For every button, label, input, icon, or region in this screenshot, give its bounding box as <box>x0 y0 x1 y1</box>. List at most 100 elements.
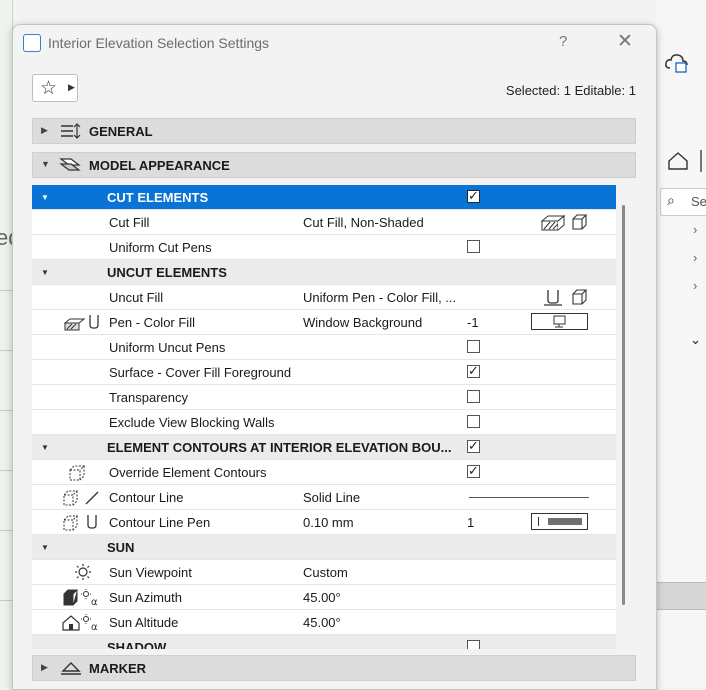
table-scrollbar[interactable] <box>622 205 625 605</box>
row-value[interactable]: Window Background <box>303 315 422 330</box>
pen-number[interactable]: -1 <box>467 315 479 330</box>
home-view-icon[interactable] <box>666 150 690 172</box>
cut-fill-hatch-icon[interactable] <box>540 213 568 232</box>
row-name: Sun Altitude <box>109 615 179 630</box>
row-name: Transparency <box>109 390 188 405</box>
section-general-label: GENERAL <box>89 124 153 139</box>
dialog-title: Interior Elevation Selection Settings <box>48 35 270 51</box>
row-value[interactable]: Cut Fill, Non-Shaded <box>303 215 424 230</box>
svg-text:α: α <box>91 622 98 632</box>
search-icon: ⌕ <box>667 192 675 208</box>
transparency-checkbox[interactable] <box>467 390 480 403</box>
model-appearance-icon <box>59 158 81 171</box>
help-button[interactable]: ? <box>559 33 567 50</box>
row-value[interactable]: 45.00° <box>303 590 341 605</box>
surface-cover-checkbox[interactable] <box>467 363 480 379</box>
chevron-right-icon[interactable]: › <box>693 222 697 237</box>
settings-table: ▼ CUT ELEMENTS Cut Fill Cut Fill, Non-Sh… <box>32 185 616 649</box>
row-name: Sun Azimuth <box>109 590 182 605</box>
uniform-cut-pens-checkbox[interactable] <box>467 240 480 253</box>
row-name: Uniform Cut Pens <box>109 240 212 255</box>
chevron-down-icon[interactable]: ⌄ <box>690 332 701 348</box>
section-marker[interactable]: ▶ MARKER <box>32 655 636 681</box>
group-label: SUN <box>107 540 135 555</box>
row-sun-altitude[interactable]: α Sun Altitude 45.00° <box>32 610 616 635</box>
row-name: Contour Line Pen <box>109 515 211 530</box>
group-label: SHADOW <box>107 640 167 649</box>
row-value[interactable]: Uniform Pen - Color Fill, ... <box>303 290 456 305</box>
title-bar[interactable]: Interior Elevation Selection Settings ? … <box>13 25 656 61</box>
row-value[interactable]: Custom <box>303 565 348 580</box>
expand-triangle-icon[interactable]: ▶ <box>41 125 48 136</box>
collapse-triangle-icon[interactable]: ▼ <box>41 193 49 202</box>
row-uncut-fill[interactable]: Uncut Fill Uniform Pen - Color Fill, ... <box>32 285 616 310</box>
navigator-search[interactable]: ⌕ Sea <box>660 188 706 216</box>
group-element-contours[interactable]: ▼ ELEMENT CONTOURS AT INTERIOR ELEVATION… <box>32 435 616 460</box>
exclude-walls-checkbox[interactable] <box>467 415 480 428</box>
general-settings-icon <box>61 123 81 139</box>
group-cut-elements[interactable]: ▼ CUT ELEMENTS <box>32 185 616 210</box>
chevron-right-icon[interactable]: › <box>693 250 697 265</box>
row-pen-color-fill[interactable]: Pen - Color Fill Window Background -1 <box>32 310 616 335</box>
pen-bucket-icon[interactable] <box>542 288 564 307</box>
row-name: Surface - Cover Fill Foreground <box>109 365 292 380</box>
section-general[interactable]: ▶ GENERAL <box>32 118 636 144</box>
chevron-right-icon[interactable]: › <box>693 278 697 293</box>
group-uncut-elements[interactable]: ▼ UNCUT ELEMENTS <box>32 260 616 285</box>
row-uniform-cut-pens[interactable]: Uniform Cut Pens <box>32 235 616 260</box>
row-sun-viewpoint[interactable]: Sun Viewpoint Custom <box>32 560 616 585</box>
group-label: ELEMENT CONTOURS AT INTERIOR ELEVATION B… <box>107 440 452 455</box>
row-transparency[interactable]: Transparency <box>32 385 616 410</box>
group-shadow[interactable]: SHADOW <box>32 635 616 649</box>
background-scroll-strip <box>656 582 706 610</box>
shadow-checkbox[interactable] <box>467 640 480 649</box>
element-contours-checkbox[interactable] <box>467 438 480 454</box>
selection-info: Selected: 1 Editable: 1 <box>505 83 636 98</box>
override-contours-checkbox[interactable] <box>467 463 480 479</box>
sun-azimuth-icon: α <box>63 589 98 607</box>
row-name: Cut Fill <box>109 215 150 230</box>
collapse-triangle-icon[interactable]: ▼ <box>41 543 49 552</box>
pen-swatch[interactable] <box>531 513 588 530</box>
row-cut-fill[interactable]: Cut Fill Cut Fill, Non-Shaded <box>32 210 616 235</box>
dropdown-arrow-icon: ▶ <box>68 82 75 92</box>
search-placeholder: Sea <box>691 194 706 209</box>
row-surface-cover-fill[interactable]: Surface - Cover Fill Foreground <box>32 360 616 385</box>
pen-number[interactable]: 1 <box>467 515 474 530</box>
pen-color-swatch[interactable] <box>531 313 588 330</box>
section-model-appearance-label: MODEL APPEARANCE <box>89 158 230 173</box>
row-override-contours[interactable]: Override Element Contours <box>32 460 616 485</box>
cube-icon[interactable] <box>571 213 589 232</box>
row-contour-line-pen[interactable]: Contour Line Pen 0.10 mm 1 <box>32 510 616 535</box>
uniform-uncut-pens-checkbox[interactable] <box>467 340 480 353</box>
row-contour-line[interactable]: Contour Line Solid Line <box>32 485 616 510</box>
cut-elements-checkbox[interactable] <box>467 188 480 204</box>
background-panel-right: ⌕ Sea › › › ⌄ <box>656 0 706 688</box>
collapse-triangle-icon[interactable]: ▼ <box>41 159 50 169</box>
section-marker-label: MARKER <box>89 661 147 676</box>
row-uniform-uncut-pens[interactable]: Uniform Uncut Pens <box>32 335 616 360</box>
row-name: Pen - Color Fill <box>109 315 195 330</box>
line-type-preview[interactable] <box>469 497 589 498</box>
collapse-triangle-icon[interactable]: ▼ <box>41 268 49 277</box>
marker-icon <box>61 662 81 675</box>
sun-icon <box>75 564 91 580</box>
row-name: Uncut Fill <box>109 290 164 305</box>
row-exclude-view-blocking-walls[interactable]: Exclude View Blocking Walls <box>32 410 616 435</box>
cube-icon[interactable] <box>571 288 589 307</box>
favorites-button[interactable]: ☆ ▶ <box>32 74 78 102</box>
close-button[interactable]: ✕ <box>617 30 633 53</box>
expand-triangle-icon[interactable]: ▶ <box>41 662 48 673</box>
row-sun-azimuth[interactable]: α Sun Azimuth 45.00° <box>32 585 616 610</box>
row-name: Sun Viewpoint <box>109 565 192 580</box>
group-label: UNCUT ELEMENTS <box>107 265 227 280</box>
collapse-triangle-icon[interactable]: ▼ <box>41 443 49 452</box>
row-value[interactable]: 0.10 mm <box>303 515 354 530</box>
row-value[interactable]: 45.00° <box>303 615 341 630</box>
group-sun[interactable]: ▼ SUN <box>32 535 616 560</box>
cloud-icon[interactable] <box>664 50 690 74</box>
row-value[interactable]: Solid Line <box>303 490 360 505</box>
star-icon: ☆ <box>40 78 58 99</box>
section-model-appearance[interactable]: ▼ MODEL APPEARANCE <box>32 152 636 178</box>
sun-altitude-icon: α <box>62 614 98 632</box>
